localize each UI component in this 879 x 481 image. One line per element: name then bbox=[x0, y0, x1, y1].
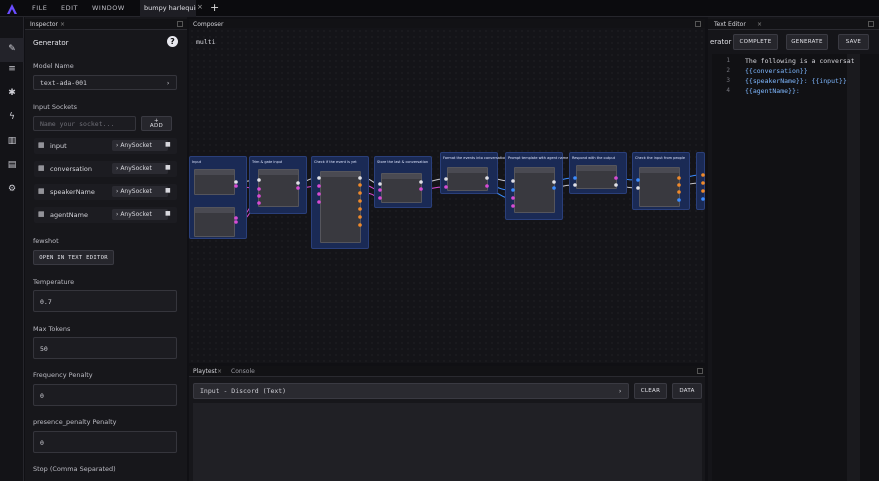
menu-file[interactable]: FILE bbox=[32, 4, 47, 12]
menu-edit[interactable]: EDIT bbox=[61, 4, 78, 12]
chevron-right-icon: › bbox=[618, 387, 622, 395]
input-select[interactable]: Input - Discord (Text) › bbox=[193, 383, 629, 399]
editor-title: erator bbox=[710, 38, 732, 46]
save-button[interactable]: SAVE bbox=[838, 34, 869, 50]
max-tokens-input[interactable]: 50 bbox=[33, 337, 177, 359]
editor-line: {{speakerName}}: {{input}} bbox=[745, 77, 847, 85]
menu-window[interactable]: WINDOW bbox=[92, 4, 125, 12]
presence-label: presence_penalty Penalty bbox=[33, 418, 117, 426]
socket-type-select[interactable]: › AnySocket bbox=[112, 163, 168, 174]
inspector-panel: Inspector × Generator ? Model Name text-… bbox=[25, 17, 187, 481]
terminal-icon[interactable]: ▤ bbox=[6, 159, 18, 171]
close-inspector-icon[interactable]: × bbox=[60, 21, 65, 28]
socket-row: ▦ input › AnySocket ■ bbox=[34, 138, 177, 154]
socket-row: ▦ agentName › AnySocket ■ bbox=[34, 207, 177, 223]
menu-bar: FILE EDIT WINDOW bumpy harlequin × + bbox=[0, 0, 879, 17]
close-playtest-icon[interactable]: × bbox=[217, 368, 222, 375]
socket-name-input[interactable]: Name your socket... bbox=[33, 116, 136, 131]
expand-icon[interactable] bbox=[177, 21, 183, 27]
close-tab-icon[interactable]: × bbox=[197, 3, 203, 11]
tab-text-editor[interactable]: Text Editor bbox=[714, 21, 746, 28]
bolt-icon[interactable]: ϟ bbox=[6, 111, 18, 123]
drag-handle-icon[interactable]: ▦ bbox=[38, 165, 45, 172]
trash-icon[interactable]: ■ bbox=[165, 141, 171, 150]
expand-icon[interactable] bbox=[697, 368, 703, 374]
max-tokens-label: Max Tokens bbox=[33, 325, 71, 333]
close-editor-icon[interactable]: × bbox=[757, 21, 762, 28]
editor-line: {{agentName}}: bbox=[745, 87, 800, 95]
help-icon[interactable]: ? bbox=[167, 36, 178, 47]
list-icon[interactable]: ≡ bbox=[6, 63, 18, 75]
text-editor-panel: Text Editor × erator COMPLETE GENERATE S… bbox=[708, 17, 879, 481]
side-rail: ✎ ≡ ✱ ϟ ▥ ▤ ⚙ bbox=[0, 17, 24, 481]
tab-playtest[interactable]: Playtest bbox=[193, 368, 217, 375]
generate-button[interactable]: GENERATE bbox=[786, 34, 828, 50]
settings-icon[interactable]: ⚙ bbox=[6, 183, 18, 195]
socket-type-select[interactable]: › AnySocket bbox=[112, 186, 168, 197]
book-icon[interactable]: ▥ bbox=[6, 135, 18, 147]
tools-icon[interactable]: ✎ bbox=[6, 43, 18, 55]
temperature-label: Temperature bbox=[33, 278, 75, 286]
tab-inspector[interactable]: Inspector bbox=[30, 21, 58, 28]
editor-line: The following is a conversat bbox=[745, 57, 855, 65]
fewshot-label: fewshot bbox=[33, 237, 59, 245]
trash-icon[interactable]: ■ bbox=[165, 210, 171, 219]
presence-input[interactable]: 0 bbox=[33, 431, 177, 453]
node-title: Generator bbox=[33, 39, 69, 47]
socket-type-select[interactable]: › AnySocket bbox=[112, 209, 168, 220]
temperature-input[interactable]: 0.7 bbox=[33, 290, 177, 312]
trash-icon[interactable]: ■ bbox=[165, 164, 171, 173]
expand-icon[interactable] bbox=[695, 21, 701, 27]
app-logo-icon bbox=[7, 4, 17, 14]
node-sockets bbox=[234, 173, 705, 227]
playtest-panel: Playtest × Console Input - Discord (Text… bbox=[189, 366, 705, 481]
socket-row: ▦ speakerName › AnySocket ■ bbox=[34, 184, 177, 200]
frequency-input[interactable]: 0 bbox=[33, 384, 177, 406]
open-text-editor-button[interactable]: OPEN IN TEXT EDITOR bbox=[33, 250, 114, 265]
drag-handle-icon[interactable]: ▦ bbox=[38, 211, 45, 218]
new-tab-button[interactable]: + bbox=[210, 1, 219, 14]
drag-handle-icon[interactable]: ▦ bbox=[38, 142, 45, 149]
composer-canvas[interactable]: multi Input Trim & gate input Check if t… bbox=[189, 28, 705, 363]
input-sockets-label: Input Sockets bbox=[33, 103, 78, 111]
chevron-right-icon: › bbox=[166, 79, 170, 87]
socket-type-select[interactable]: › AnySocket bbox=[112, 140, 168, 151]
nodes-icon[interactable]: ✱ bbox=[6, 87, 18, 99]
socket-row: ▦ conversation › AnySocket ■ bbox=[34, 161, 177, 177]
stop-label: Stop (Comma Separated) bbox=[33, 465, 116, 473]
data-button[interactable]: DATA bbox=[672, 383, 702, 399]
tab-console[interactable]: Console bbox=[231, 368, 255, 375]
trash-icon[interactable]: ■ bbox=[165, 187, 171, 196]
expand-icon[interactable] bbox=[868, 21, 874, 27]
complete-button[interactable]: COMPLETE bbox=[733, 34, 778, 50]
document-tab[interactable]: bumpy harlequin bbox=[140, 0, 196, 17]
drag-handle-icon[interactable]: ▦ bbox=[38, 188, 45, 195]
tab-composer[interactable]: Composer bbox=[193, 21, 223, 28]
code-editor[interactable]: 1 The following is a conversat 2 {{conve… bbox=[712, 54, 879, 481]
model-label: Model Name bbox=[33, 62, 74, 70]
frequency-label: Frequency Penalty bbox=[33, 371, 93, 379]
model-select[interactable]: text-ada-001 › bbox=[33, 75, 177, 90]
add-socket-button[interactable]: + ADD bbox=[141, 116, 172, 131]
editor-line: {{conversation}} bbox=[745, 67, 808, 75]
clear-button[interactable]: CLEAR bbox=[634, 383, 667, 399]
playtest-output bbox=[193, 403, 702, 481]
